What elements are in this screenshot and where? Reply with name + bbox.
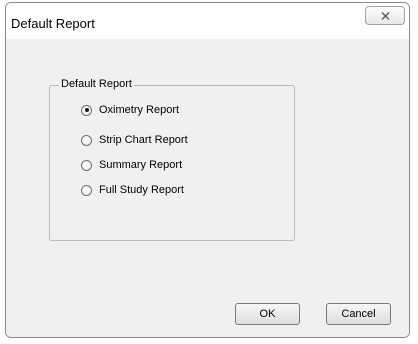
title-bar[interactable]: Default Report — [6, 3, 409, 39]
radio-button-icon[interactable] — [81, 134, 92, 146]
ok-button[interactable]: OK — [235, 303, 300, 325]
radio-strip-chart-report[interactable]: Strip Chart Report — [81, 132, 188, 148]
cancel-button[interactable]: Cancel — [326, 303, 391, 325]
close-x-icon — [381, 11, 390, 20]
radio-label-full-study-report: Full Study Report — [99, 184, 184, 196]
radio-oximetry-report[interactable]: Oximetry Report — [81, 102, 179, 118]
radio-label-strip-chart-report: Strip Chart Report — [99, 134, 188, 146]
radio-label-oximetry-report: Oximetry Report — [99, 104, 180, 116]
radio-label-summary-report: Summary Report — [99, 159, 183, 171]
groupbox-legend: Default Report — [59, 78, 134, 90]
close-button[interactable] — [365, 6, 405, 25]
default-report-groupbox: Default Report Oximetry Report Strip Cha… — [49, 78, 295, 241]
radio-full-study-report[interactable]: Full Study Report — [81, 182, 184, 198]
radio-button-checked-icon[interactable] — [81, 104, 92, 116]
radio-button-icon[interactable] — [81, 184, 92, 196]
default-report-dialog: Default Report Default Report Oximetry R… — [5, 2, 410, 338]
radio-button-icon[interactable] — [81, 159, 92, 171]
radio-summary-report[interactable]: Summary Report — [81, 157, 182, 173]
window-title: Default Report — [11, 16, 95, 31]
dialog-client-area: Default Report Oximetry Report Strip Cha… — [6, 39, 409, 337]
